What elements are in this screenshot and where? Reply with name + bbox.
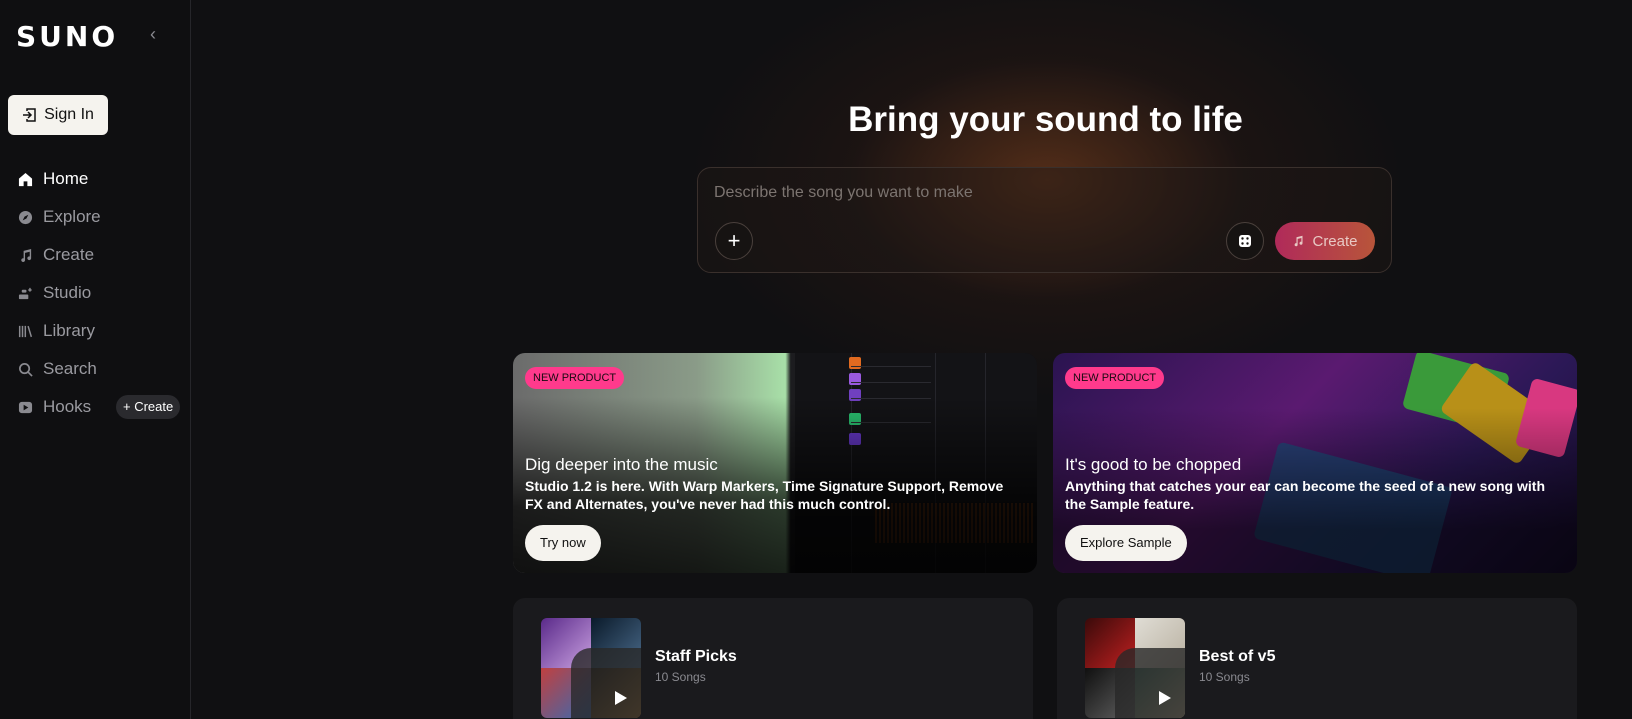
sidebar-item-search[interactable]: Search: [0, 350, 191, 388]
promo-card-sample[interactable]: NEW PRODUCT It's good to be chopped Anyt…: [1053, 353, 1577, 573]
promo-card-studio[interactable]: NEW PRODUCT Dig deeper into the music St…: [513, 353, 1037, 573]
play-icon: [1159, 691, 1171, 705]
sidebar-item-hooks[interactable]: Hooks + Create: [0, 388, 191, 426]
sidebar-item-label: Library: [43, 321, 95, 340]
song-prompt-box: + Create: [697, 167, 1392, 273]
main-content: Bring your sound to life + Create: [192, 0, 1632, 719]
play-button[interactable]: [571, 648, 641, 718]
studio-icon: [18, 287, 32, 299]
hooks-icon: [18, 401, 33, 413]
sidebar-item-explore[interactable]: Explore: [0, 198, 191, 236]
home-icon: [18, 172, 33, 186]
music-note-icon: [1295, 235, 1303, 247]
sign-in-button[interactable]: Sign In: [8, 95, 108, 135]
playlist-thumbnail: [541, 618, 641, 718]
sidebar-nav: Home Explore Create Studio Library Searc…: [0, 160, 191, 426]
sidebar-item-label: Create: [43, 245, 95, 264]
promo-description: Studio 1.2 is here. With Warp Markers, T…: [525, 478, 1004, 512]
sidebar: SUNO ‹ Sign In Home Explore Create Studi…: [0, 0, 191, 719]
sign-in-label: Sign In: [44, 106, 94, 123]
song-description-input[interactable]: [714, 184, 1314, 202]
playlist-title: Best of v5: [1199, 648, 1276, 665]
playlist-card-best-of-v5[interactable]: Best of v5 10 Songs: [1057, 598, 1577, 719]
play-icon: [615, 691, 627, 705]
playlist-title: Staff Picks: [655, 648, 737, 665]
sidebar-item-label: Hooks: [43, 397, 92, 416]
dice-icon: [1239, 235, 1251, 247]
library-icon: [18, 325, 33, 337]
sidebar-item-create[interactable]: Create: [0, 236, 191, 274]
sign-in-icon: [23, 108, 36, 122]
random-prompt-button[interactable]: [1226, 222, 1264, 260]
new-product-badge: NEW PRODUCT: [1065, 367, 1165, 389]
sidebar-item-home[interactable]: Home: [0, 160, 191, 198]
promo-title: Dig deeper into the music: [525, 455, 718, 474]
hooks-create-button[interactable]: + Create: [116, 395, 181, 419]
promo-description: Anything that catches your ear can becom…: [1065, 478, 1545, 512]
create-song-label: Create: [1312, 232, 1358, 250]
sidebar-item-library[interactable]: Library: [0, 312, 191, 350]
add-attachment-button[interactable]: +: [715, 222, 753, 260]
playlist-thumbnail: [1085, 618, 1185, 718]
plus-icon: +: [727, 228, 741, 253]
sidebar-item-label: Home: [43, 169, 89, 188]
playlist-card-staff-picks[interactable]: Staff Picks 10 Songs: [513, 598, 1033, 719]
search-icon: [19, 362, 33, 377]
try-now-button[interactable]: Try now: [525, 525, 601, 561]
create-song-button[interactable]: Create: [1275, 222, 1375, 260]
sidebar-item-label: Studio: [43, 283, 92, 302]
explore-sample-button[interactable]: Explore Sample: [1065, 525, 1187, 561]
playlist-song-count: 10 Songs: [655, 670, 706, 684]
hero-title: Bring your sound to life: [848, 100, 1243, 139]
sidebar-item-studio[interactable]: Studio: [0, 274, 191, 312]
collapse-sidebar-icon[interactable]: ‹: [150, 24, 166, 44]
new-product-badge: NEW PRODUCT: [525, 367, 625, 389]
playlist-song-count: 10 Songs: [1199, 670, 1250, 684]
sidebar-item-label: Search: [43, 359, 97, 378]
compass-icon: [18, 210, 33, 224]
music-note-icon: [21, 248, 32, 262]
suno-logo[interactable]: SUNO: [16, 20, 118, 53]
promo-title: It's good to be chopped: [1065, 455, 1242, 474]
play-button[interactable]: [1115, 648, 1185, 718]
sidebar-item-label: Explore: [43, 207, 101, 226]
